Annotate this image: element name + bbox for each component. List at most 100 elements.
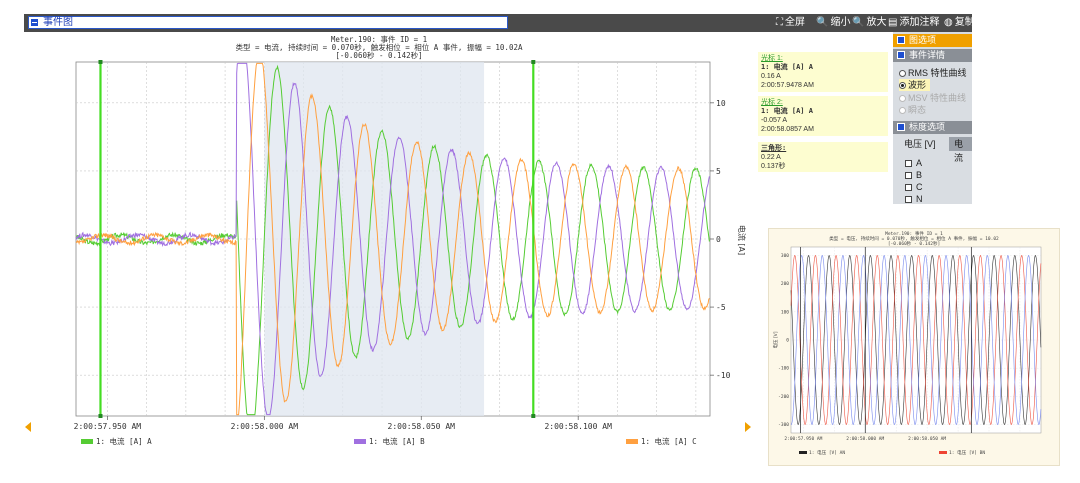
options-panel: 图选项 事件详情 RMS 特性曲线 波形 MSV 特性曲线 瞬态 标度选项 电压… (893, 32, 972, 204)
thumb-y-tick-label: -200 (778, 394, 789, 400)
zoom-out-icon: 🔍 (816, 17, 829, 28)
thumb-x-tick-label: 2:00:57.950 AM (784, 436, 822, 442)
tab-voltage[interactable]: 电压 [V] (899, 137, 941, 151)
radio-msv: MSV 特性曲线 (899, 92, 966, 104)
thumb-x-tick-label: 2:00:58.050 AM (908, 436, 946, 442)
checkbox-b[interactable]: B (905, 170, 922, 181)
voltage-chart-thumbnail[interactable]: Meter.190: 事件 ID = 1 类型 = 电压, 持续时间 = 0.0… (768, 228, 1060, 466)
x-tick-label: 2:00:58.050 AM (388, 422, 456, 431)
highlight-range (264, 62, 485, 416)
delta-card: 三角形: 0.22 A 0.137秒 (758, 142, 888, 172)
legend-swatch-2 (354, 439, 366, 444)
window-title-box: 事件图 (28, 16, 508, 29)
scroll-left-arrow[interactable] (25, 422, 31, 432)
window-title: 事件图 (43, 17, 73, 28)
radio-transient: 瞬态 (899, 104, 926, 116)
checkbox-n[interactable]: N (905, 194, 923, 204)
delta-time: 0.137秒 (761, 163, 786, 170)
radio-rms[interactable]: RMS 特性曲线 (899, 67, 967, 79)
thumb-title-line2: 类型 = 电压, 持续时间 = 0.070秒, 触发相位 = 相位 A 事件, … (829, 235, 999, 242)
cursor-handle-bottom-1 (98, 414, 103, 418)
collapse-icon (897, 51, 905, 59)
checkbox-icon (905, 172, 912, 179)
copy-button[interactable]: ◍ 复制 (944, 16, 975, 30)
y-tick-label: -5 (716, 303, 726, 312)
thumb-title-line3: [-0.060秒 - 0.142秒] (888, 240, 940, 247)
thumb-y-ticks: 300 200 100 0 -100 -200 -300 (778, 253, 789, 428)
y-axis-title: 电流 [A] (737, 225, 747, 255)
fullscreen-icon: ⛶ (776, 17, 783, 28)
thumb-legend-label-2: 1: 电压 [V] BN (949, 449, 985, 456)
radio-selected-icon (899, 82, 906, 89)
checkbox-a[interactable]: A (905, 158, 922, 169)
thumb-x-ticks: 2:00:57.950 AM 2:00:58.000 AM 2:00:58.050 … (784, 436, 946, 442)
thumb-y-tick-label: -300 (778, 422, 789, 428)
window-titlebar: 事件图 ⛶ 全屏 🔍 缩小 🔍 放大 ▤ 添加注释 ◍ 复制 (24, 14, 975, 32)
scale-options-header[interactable]: 标度选项 (893, 121, 972, 134)
cursor-1-value: 0.16 A (761, 73, 781, 80)
cursor-1-header: 光标 1: (761, 55, 783, 62)
x-tick-label: 2:00:57.950 AM (74, 422, 142, 431)
delta-header: 三角形: (761, 144, 787, 152)
event-details-header[interactable]: 事件详情 (893, 49, 972, 62)
thumb-y-tick-label: 200 (781, 281, 789, 287)
thumb-title-line1: Meter.190: 事件 ID = 1 (885, 230, 943, 237)
legend-label-2: 1: 电流 [A] B (369, 436, 425, 446)
fullscreen-button[interactable]: ⛶ 全屏 (776, 16, 805, 30)
y-tick-label: -10 (716, 371, 731, 380)
thumb-y-tick-label: 100 (781, 309, 789, 315)
cursor-2-card: 光标 2: 1: 电流 [A] A -0.057 A 2:00:58.0857 … (758, 96, 888, 136)
delta-value: 0.22 A (761, 154, 781, 161)
zoom-in-icon: 🔍 (852, 17, 865, 28)
legend-swatch-1 (81, 439, 93, 444)
cursor-1-card: 光标 1: 1: 电流 [A] A 0.16 A 2:00:57.9478 AM (758, 52, 888, 92)
y-tick-label: 5 (716, 167, 721, 176)
add-note-button[interactable]: ▤ 添加注释 (888, 16, 939, 30)
thumb-legend-label-1: 1: 电压 [V] AN (809, 449, 845, 456)
collapse-icon (897, 36, 905, 44)
cursor-2-value: -0.057 A (761, 117, 788, 124)
radio-icon (899, 107, 906, 114)
cursor-handle-top-1 (98, 60, 103, 64)
chart-options-header[interactable]: 图选项 (893, 34, 972, 47)
collapse-icon (897, 123, 905, 131)
event-waveform-chart[interactable]: Meter.190: 事件 ID = 1 类型 = 电流, 持续时间 = 0.0… (24, 32, 754, 452)
x-axis-ticks: 2:00:57.950 AM 2:00:58.000 AM 2:00:58.050 … (74, 416, 612, 431)
thumb-legend-swatch-2 (939, 451, 947, 454)
cursor-2-time: 2:00:58.0857 AM (761, 126, 814, 133)
window-collapse-icon[interactable] (30, 18, 39, 27)
thumb-x-tick-label: 2:00:58.000 AM (846, 436, 884, 442)
y-tick-label: 0 (716, 235, 721, 244)
cursor-2-header: 光标 2: (761, 99, 783, 106)
legend-label-3: 1: 电流 [A] C (641, 436, 697, 446)
x-tick-label: 2:00:58.100 AM (544, 422, 612, 431)
y-tick-label: 10 (716, 99, 726, 108)
cursor-1-time: 2:00:57.9478 AM (761, 82, 814, 89)
cursor-2-channel: 1: 电流 [A] A (761, 107, 813, 115)
legend-label-1: 1: 电流 [A] A (96, 436, 152, 446)
copy-icon: ◍ (944, 17, 953, 28)
cursor-info-panel: 光标 1: 1: 电流 [A] A 0.16 A 2:00:57.9478 AM… (756, 32, 894, 192)
zoom-out-button[interactable]: 🔍 缩小 (816, 16, 850, 30)
thumb-legend-swatch-1 (799, 451, 807, 454)
chart-title-line3: [-0.060秒 - 0.142秒] (335, 50, 422, 60)
thumb-y-tick-label: 300 (781, 253, 789, 259)
checkbox-c[interactable]: C (905, 182, 923, 193)
thumb-y-tick-label: -100 (778, 366, 789, 372)
thumb-y-tick-label: 0 (786, 338, 789, 344)
scroll-right-arrow[interactable] (745, 422, 751, 432)
scale-tabs: 电压 [V] 电流 (899, 137, 972, 163)
checkbox-icon (905, 184, 912, 191)
note-icon: ▤ (888, 17, 898, 28)
chart-legend: 1: 电流 [A] A 1: 电流 [A] B 1: 电流 [A] C (81, 436, 697, 446)
cursor-handle-bottom-2 (531, 414, 536, 418)
thumb-legend: 1: 电压 [V] AN 1: 电压 [V] BN (799, 449, 985, 456)
y-axis-ticks: 10 5 0 -5 -10 (710, 99, 731, 380)
cursor-handle-top-2 (531, 60, 536, 64)
checkbox-icon (905, 160, 912, 167)
zoom-in-button[interactable]: 🔍 放大 (852, 16, 886, 30)
x-tick-label: 2:00:58.000 AM (231, 422, 299, 431)
tab-current[interactable]: 电流 (949, 137, 972, 163)
radio-waveform[interactable]: 波形 (899, 79, 931, 91)
legend-swatch-3 (626, 439, 638, 444)
